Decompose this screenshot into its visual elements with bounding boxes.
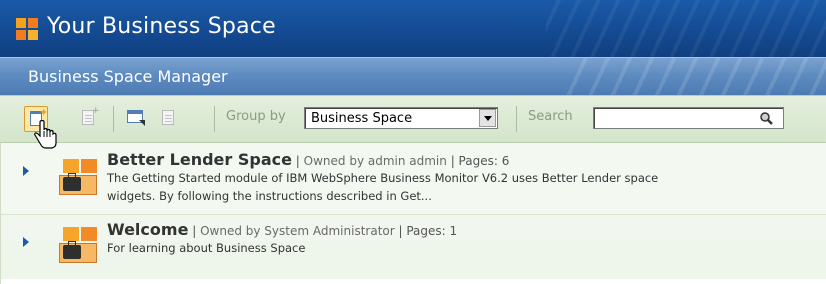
space-name-link[interactable]: Welcome <box>107 220 188 239</box>
new-star-icon: ✦ <box>39 106 49 119</box>
app-title: Your Business Space <box>47 14 276 39</box>
business-space-logo-icon <box>16 18 38 40</box>
manager-header: Business Space Manager <box>0 57 826 95</box>
business-space-icon <box>59 227 99 263</box>
space-description-line: widgets. By following the instructions d… <box>107 189 432 203</box>
manager-title: Business Space Manager <box>28 67 228 86</box>
space-list-item[interactable]: Welcome | Owned by System Administrator … <box>0 220 826 279</box>
space-pages: Pages: 1 <box>406 224 458 238</box>
search-icon[interactable] <box>759 111 773 125</box>
space-description: For learning about Business Space <box>107 239 305 257</box>
edit-space-icon <box>127 110 145 126</box>
space-description-line: The Getting Started module of IBM WebSph… <box>107 171 659 185</box>
edit-space-button[interactable] <box>126 108 148 130</box>
toolbar-separator <box>113 106 114 132</box>
space-description-line: For learning about Business Space <box>107 241 306 255</box>
space-title-line: Welcome | Owned by System Administrator … <box>107 220 458 239</box>
expand-arrow-icon[interactable] <box>23 166 29 176</box>
search-label: Search <box>528 109 573 124</box>
list-left-border <box>0 143 1 284</box>
search-input[interactable] <box>593 107 784 129</box>
space-description: The Getting Started module of IBM WebSph… <box>107 169 658 205</box>
toolbar-separator <box>516 106 517 132</box>
manager-header-decoration <box>566 58 826 95</box>
toolbar-separator <box>214 106 215 132</box>
group-by-select[interactable]: Business Space <box>304 107 498 129</box>
app-header: Your Business Space <box>0 0 826 57</box>
create-page-button[interactable]: + <box>80 106 102 130</box>
space-name-link[interactable]: Better Lender Space <box>107 150 292 169</box>
chevron-down-icon[interactable] <box>479 109 496 127</box>
group-by-value: Business Space <box>311 111 413 126</box>
space-owner: Owned by admin admin <box>303 154 447 168</box>
edit-page-icon <box>162 110 174 125</box>
space-pages: Pages: 6 <box>458 154 510 168</box>
header-decoration <box>546 0 826 57</box>
business-space-icon <box>59 159 99 195</box>
space-owner: Owned by System Administrator <box>200 224 395 238</box>
new-page-icon: + <box>82 106 100 125</box>
toolbar: ✦ + Group by Business Space Search <box>0 95 826 149</box>
expand-arrow-icon[interactable] <box>23 237 29 247</box>
hand-cursor-icon <box>34 120 57 149</box>
space-title-line: Better Lender Space | Owned by admin adm… <box>107 150 510 169</box>
group-by-label: Group by <box>226 109 286 124</box>
edit-page-button[interactable] <box>160 108 182 130</box>
